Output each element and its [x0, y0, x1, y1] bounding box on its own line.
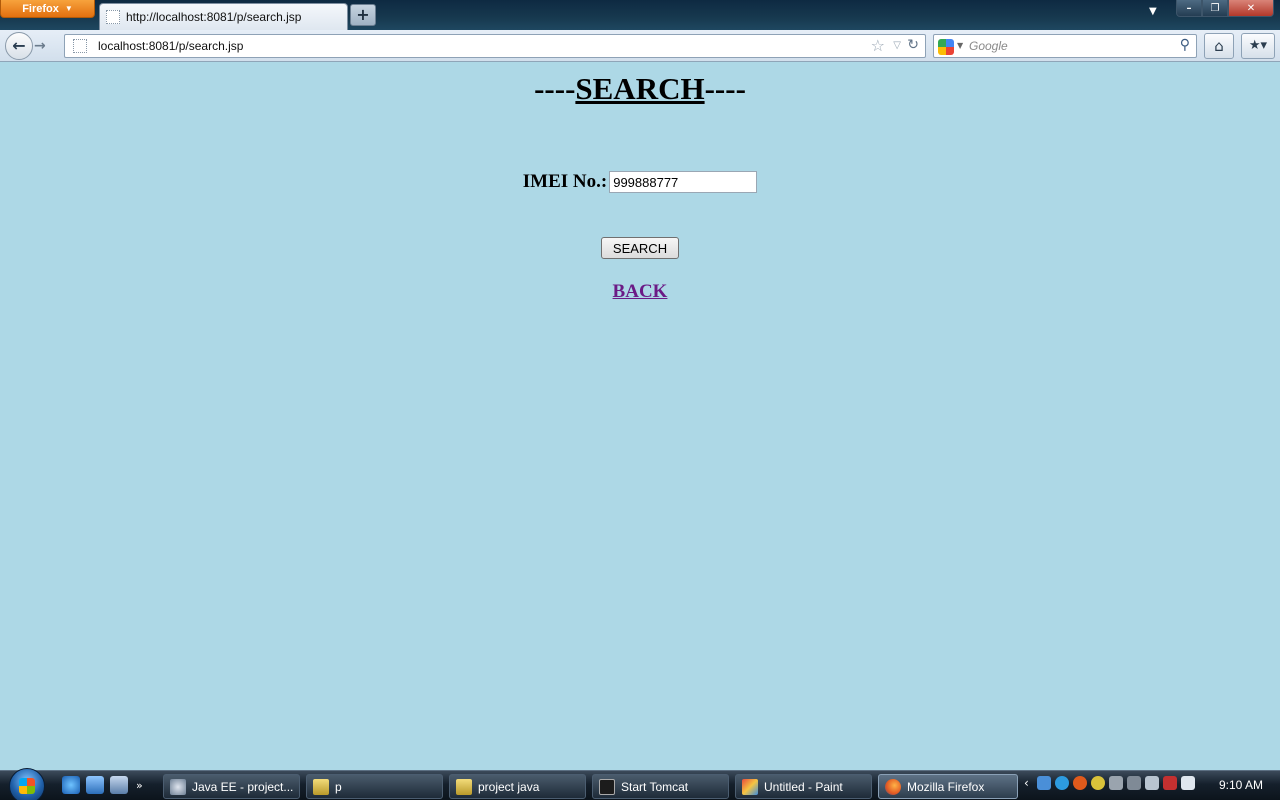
- taskbar-item-label: Untitled - Paint: [764, 779, 843, 794]
- restore-icon[interactable]: ❐: [1202, 0, 1228, 17]
- taskbar-item-label: p: [335, 779, 342, 794]
- forward-button[interactable]: →: [34, 38, 46, 54]
- search-bar-placeholder[interactable]: Google: [969, 39, 1008, 53]
- internet-explorer-icon[interactable]: [62, 776, 80, 794]
- heading-prefix: ----: [534, 71, 576, 106]
- imei-input[interactable]: [609, 171, 758, 193]
- volume-icon[interactable]: [1180, 776, 1195, 790]
- paint-icon: [742, 778, 758, 795]
- heading-suffix: ----: [704, 71, 746, 106]
- imei-label: IMEI No.:: [522, 171, 608, 192]
- system-tray: ‹: [1024, 776, 1195, 790]
- eclipse-icon: [170, 778, 186, 795]
- history-dropdown-icon[interactable]: ▽: [893, 40, 901, 51]
- console-icon: [599, 778, 615, 795]
- navigation-toolbar: ← → localhost:8081/p/search.jsp ☆ ▽ ↻ ▼ …: [0, 30, 1280, 62]
- firefox-menu-label: Firefox: [22, 2, 59, 15]
- minimize-icon[interactable]: –: [1176, 0, 1202, 17]
- yellow-orb-icon[interactable]: [1090, 776, 1105, 790]
- page-content: ----SEARCH---- IMEI No.: SEARCH BACK: [0, 63, 1280, 770]
- network-status-icon[interactable]: [1162, 776, 1177, 790]
- keyboard-icon[interactable]: [1126, 776, 1141, 790]
- safely-remove-icon[interactable]: [1144, 776, 1159, 790]
- title-bar: Firefox ▼ http://localhost:8081/p/search…: [0, 0, 1280, 30]
- switch-windows-icon[interactable]: [110, 776, 128, 794]
- list-all-tabs-icon[interactable]: ▼: [1149, 6, 1157, 17]
- imei-form-row: IMEI No.:: [0, 171, 1280, 193]
- globe-icon[interactable]: [1054, 776, 1069, 790]
- taskbar-item-firefox[interactable]: Mozilla Firefox: [878, 774, 1018, 799]
- taskbar-item-label: Java EE - project...: [192, 779, 294, 794]
- folder-icon: [313, 778, 329, 795]
- home-button[interactable]: ⌂: [1204, 33, 1234, 59]
- taskbar-item-start-tomcat[interactable]: Start Tomcat: [592, 774, 729, 799]
- engine-dropdown-icon[interactable]: ▼: [957, 41, 963, 50]
- tab-search-jsp[interactable]: http://localhost:8081/p/search.jsp: [99, 3, 348, 30]
- taskbar: » Java EE - project... p project java St…: [0, 768, 1280, 800]
- address-bar[interactable]: localhost:8081/p/search.jsp ☆ ▽ ↻: [64, 34, 926, 58]
- bookmark-star-icon[interactable]: ☆: [871, 36, 885, 55]
- search-bar[interactable]: ▼ Google ⚲: [933, 34, 1197, 58]
- heading-word: SEARCH: [575, 71, 705, 106]
- more-quicklaunch-icon[interactable]: »: [136, 779, 143, 792]
- reload-icon[interactable]: ↻: [907, 37, 919, 53]
- taskbar-item-java-ee[interactable]: Java EE - project...: [163, 774, 300, 799]
- device-icon[interactable]: [1108, 776, 1123, 790]
- system-clock[interactable]: 9:10 AM: [1219, 778, 1263, 792]
- quick-launch: »: [62, 776, 143, 794]
- window-controls: – ❐ ✕: [1176, 0, 1274, 17]
- google-icon[interactable]: [938, 39, 954, 55]
- address-bar-url[interactable]: localhost:8081/p/search.jsp: [98, 39, 243, 53]
- bookmarks-button[interactable]: ★▾: [1241, 33, 1275, 59]
- start-button[interactable]: [9, 768, 45, 800]
- show-hidden-icons-icon[interactable]: ‹: [1024, 776, 1029, 790]
- taskbar-item-label: Mozilla Firefox: [907, 779, 985, 794]
- tab-title: http://localhost:8081/p/search.jsp: [126, 10, 302, 24]
- taskbar-item-label: Start Tomcat: [621, 779, 689, 794]
- taskbar-item-paint[interactable]: Untitled - Paint: [735, 774, 872, 799]
- site-identity-icon[interactable]: [73, 39, 87, 53]
- network-share-icon[interactable]: [1036, 776, 1051, 790]
- dropdown-arrow-icon: ▼: [64, 4, 73, 13]
- taskbar-item-label: project java: [478, 779, 540, 794]
- taskbar-item-p[interactable]: p: [306, 774, 443, 799]
- back-link[interactable]: BACK: [0, 281, 1280, 303]
- firefox-menu-button[interactable]: Firefox ▼: [0, 0, 95, 18]
- page-icon: [106, 10, 120, 24]
- search-icon[interactable]: ⚲: [1180, 37, 1190, 53]
- back-button[interactable]: ←: [5, 32, 33, 60]
- folder-icon: [456, 778, 472, 795]
- firefox-icon: [885, 778, 901, 795]
- new-tab-button[interactable]: +: [350, 4, 376, 26]
- taskbar-item-project-java[interactable]: project java: [449, 774, 586, 799]
- search-button[interactable]: SEARCH: [601, 237, 679, 259]
- close-icon[interactable]: ✕: [1228, 0, 1274, 17]
- firefox-tray-icon[interactable]: [1072, 776, 1087, 790]
- windows-logo-icon: [19, 778, 35, 794]
- page-title: ----SEARCH----: [0, 71, 1280, 107]
- show-desktop-icon[interactable]: [86, 776, 104, 794]
